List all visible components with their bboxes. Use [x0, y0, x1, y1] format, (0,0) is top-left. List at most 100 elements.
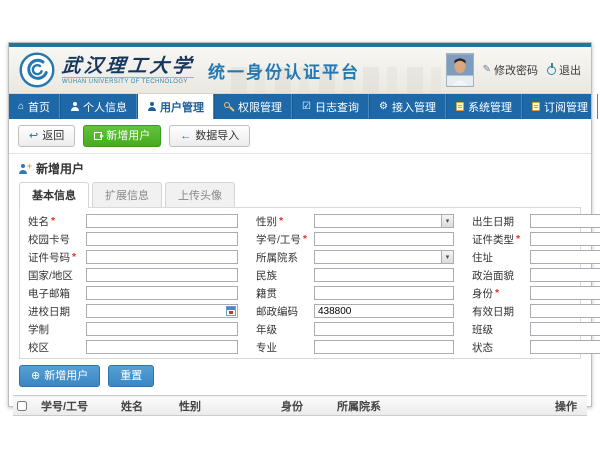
native-place-input[interactable] — [314, 286, 454, 300]
field-label: 学号/工号 — [256, 232, 301, 247]
field-label: 校区 — [28, 340, 49, 355]
back-arrow-icon: ↩ — [29, 131, 38, 142]
col-name: 姓名 — [117, 396, 175, 416]
field-label: 所属院系 — [256, 250, 298, 265]
gear-icon: ⚙ — [379, 102, 388, 112]
id-number-input[interactable] — [86, 250, 238, 264]
change-password-label: 修改密码 — [494, 62, 538, 78]
pencil-icon: ✎ — [483, 65, 491, 75]
postal-code-input[interactable] — [314, 304, 454, 318]
field-label: 身份 — [472, 286, 493, 301]
birth-date-input[interactable] — [530, 214, 600, 228]
id-type-input[interactable] — [530, 232, 600, 246]
field-label: 国家/地区 — [28, 268, 73, 283]
required-marker: * — [279, 215, 283, 227]
user-form: 姓名* 性别*▾ 出生日期 校园卡号 学号/工号* 证件类型* 证件号码* 所属… — [28, 212, 572, 356]
entry-date-input[interactable] — [86, 304, 238, 318]
chevron-down-icon: ▾ — [441, 251, 453, 263]
nav-label: 个人信息 — [83, 99, 127, 115]
change-password-link[interactable]: ✎ 修改密码 — [483, 62, 538, 78]
nav-tab-access-management[interactable]: ⚙ 接入管理 — [369, 94, 446, 119]
field-label: 年级 — [256, 322, 277, 337]
grade-input[interactable] — [314, 322, 454, 336]
col-department: 所属院系 — [333, 396, 551, 416]
col-identity: 身份 — [277, 396, 333, 416]
nav-tab-log-query[interactable]: ☑ 日志查询 — [292, 94, 369, 119]
submit-add-user-button[interactable]: ⊕ 新增用户 — [19, 365, 100, 387]
col-gender: 性别 — [175, 396, 277, 416]
university-name: 武汉理工大学 — [61, 56, 195, 76]
nav-label: 首页 — [28, 99, 50, 115]
select-all-cell — [13, 396, 37, 416]
nav-tab-user-management[interactable]: 用户管理 — [137, 94, 214, 119]
power-icon — [547, 66, 556, 75]
logout-link[interactable]: 退出 — [547, 62, 581, 78]
calendar-icon[interactable] — [226, 306, 236, 316]
plus-circle-icon: ⊕ — [31, 371, 40, 382]
tab-extended-info[interactable]: 扩展信息 — [92, 182, 162, 207]
nav-tab-personal-info[interactable]: 个人信息 — [60, 94, 137, 119]
app-window: 武汉理工大学 WUHAN UNIVERSITY OF TECHNOLOGY 统一… — [8, 42, 592, 407]
reset-button[interactable]: 重置 — [108, 365, 154, 387]
back-button[interactable]: ↩ 返回 — [18, 125, 75, 147]
campus-card-input[interactable] — [86, 232, 238, 246]
check-square-icon: ☑ — [302, 102, 311, 112]
student-id-input[interactable] — [314, 232, 454, 246]
key-icon — [224, 102, 234, 112]
field-label: 证件类型 — [472, 232, 514, 247]
email-input[interactable] — [86, 286, 238, 300]
nav-tab-subscription-management[interactable]: 订阅管理 — [522, 94, 598, 119]
class-input[interactable] — [530, 322, 600, 336]
nav-label: 接入管理 — [392, 99, 436, 115]
col-student-id: 学号/工号 — [37, 396, 117, 416]
tab-upload-avatar[interactable]: 上传头像 — [165, 182, 235, 207]
nav-label: 用户管理 — [160, 99, 204, 115]
field-label: 证件号码 — [28, 250, 70, 265]
nav-tab-system-management[interactable]: 系统管理 — [446, 94, 522, 119]
import-arrow-icon: ← — [180, 131, 191, 142]
field-label: 政治面貌 — [472, 268, 514, 283]
add-user-toolbar-button[interactable]: 新增用户 — [83, 125, 161, 147]
add-user-icon: + — [19, 164, 31, 174]
user-avatar — [446, 53, 474, 87]
section-title: 新增用户 — [36, 160, 84, 177]
nav-label: 日志查询 — [315, 99, 359, 115]
campus-input[interactable] — [86, 340, 238, 354]
field-label: 状态 — [472, 340, 493, 355]
field-label: 姓名 — [28, 214, 49, 229]
nav-label: 订阅管理 — [544, 99, 588, 115]
required-marker: * — [495, 287, 499, 299]
main-nav: ⌂ 首页 个人信息 用户管理 权限管理 ☑ 日志查询 ⚙ 接入管理 系统管理 — [9, 94, 591, 119]
nav-tab-home[interactable]: ⌂ 首页 — [9, 94, 60, 119]
field-label: 籍贯 — [256, 286, 277, 301]
education-length-input[interactable] — [86, 322, 238, 336]
basic-info-panel: 姓名* 性别*▾ 出生日期 校园卡号 学号/工号* 证件类型* 证件号码* 所属… — [19, 207, 581, 359]
tab-basic-info[interactable]: 基本信息 — [19, 182, 89, 208]
major-input[interactable] — [314, 340, 454, 354]
university-name-block: 武汉理工大学 WUHAN UNIVERSITY OF TECHNOLOGY — [62, 56, 194, 85]
toolbar: ↩ 返回 新增用户 ← 数据导入 — [9, 119, 591, 153]
department-select[interactable]: ▾ — [314, 250, 454, 264]
table-header-row: 学号/工号 姓名 性别 身份 所属院系 操作 — [13, 396, 587, 416]
gender-select[interactable]: ▾ — [314, 214, 454, 228]
page-title: 统一身份认证平台 — [208, 58, 360, 83]
valid-date-input[interactable] — [530, 304, 600, 318]
home-icon: ⌂ — [18, 102, 24, 112]
political-status-input[interactable] — [530, 268, 600, 282]
submit-label: 新增用户 — [44, 369, 88, 383]
field-label: 校园卡号 — [28, 232, 70, 247]
form-actions: ⊕ 新增用户 重置 — [9, 359, 591, 393]
country-input[interactable] — [86, 268, 238, 282]
ethnicity-input[interactable] — [314, 268, 454, 282]
field-label: 有效日期 — [472, 304, 514, 319]
data-import-button[interactable]: ← 数据导入 — [169, 125, 250, 147]
name-input[interactable] — [86, 214, 238, 228]
col-operation: 操作 — [551, 396, 587, 416]
status-input[interactable] — [530, 340, 600, 354]
select-all-checkbox[interactable] — [17, 401, 27, 411]
book-icon — [456, 102, 464, 111]
field-label: 出生日期 — [472, 214, 514, 229]
identity-input[interactable] — [530, 286, 600, 300]
nav-tab-permission-management[interactable]: 权限管理 — [214, 94, 292, 119]
address-input[interactable] — [530, 250, 600, 264]
